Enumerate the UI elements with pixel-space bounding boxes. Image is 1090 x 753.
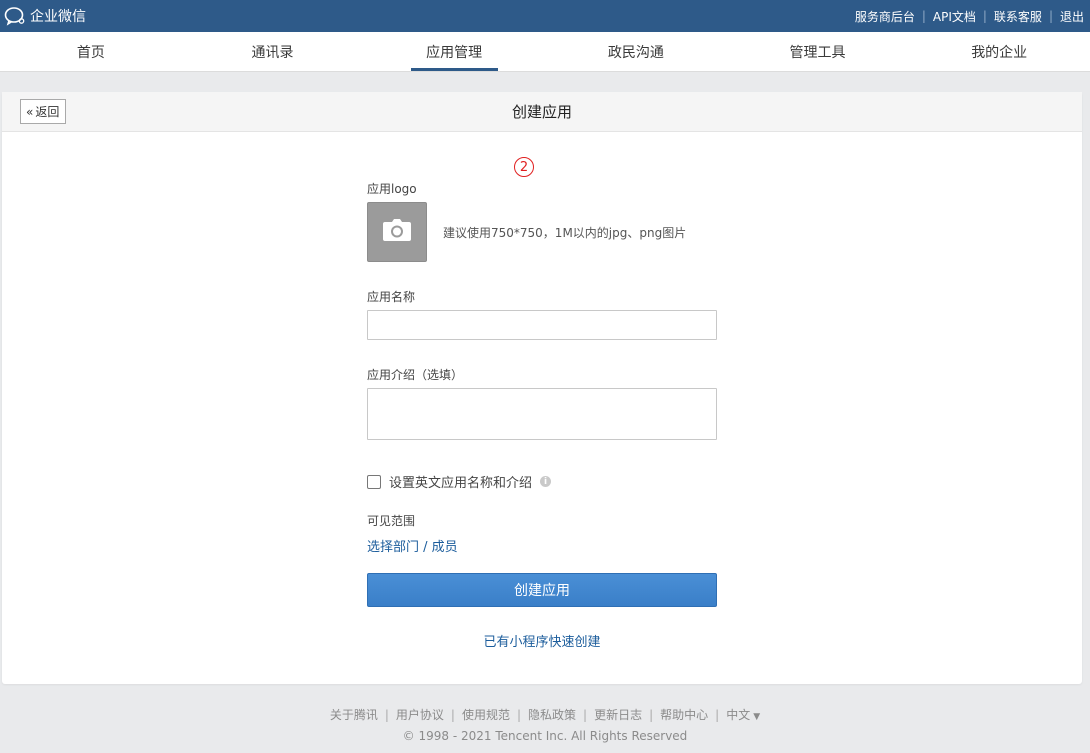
copyright: © 1998 - 2021 Tencent Inc. All Rights Re… <box>402 729 688 743</box>
tab-my-enterprise[interactable]: 我的企业 <box>908 32 1090 71</box>
divider: | <box>1048 9 1053 23</box>
camera-icon <box>382 218 412 246</box>
caret-down-icon: ▼ <box>753 712 761 722</box>
logo-label: 应用logo <box>367 182 417 196</box>
quick-create-link[interactable]: 已有小程序快速创建 <box>367 631 717 650</box>
app-intro-textarea[interactable] <box>367 388 717 440</box>
step-marker: 2 <box>514 157 534 177</box>
select-scope-link[interactable]: 选择部门 / 成员 <box>367 536 458 555</box>
tab-home[interactable]: 首页 <box>0 32 182 71</box>
footer-link-terms[interactable]: 用户协议 <box>396 706 444 723</box>
language-selector[interactable]: 中文 ▼ <box>726 706 760 723</box>
footer-link-rules[interactable]: 使用规范 <box>462 706 510 723</box>
english-name-option: 设置英文应用名称和介绍 i <box>367 472 552 491</box>
panel-header: « 返回 创建应用 <box>2 92 1082 132</box>
page-title: 创建应用 <box>511 103 572 121</box>
logo-hint: 建议使用750*750，1M以内的jpg、png图片 <box>443 226 687 240</box>
main-nav: 首页 通讯录 应用管理 政民沟通 管理工具 我的企业 <box>0 32 1090 72</box>
footer-links: 关于腾讯 | 用户协议 | 使用规范 | 隐私政策 | 更新日志 | 帮助中心 … <box>0 706 1090 723</box>
divider: | <box>649 707 654 722</box>
name-label: 应用名称 <box>367 290 416 304</box>
english-name-checkbox[interactable] <box>367 474 381 489</box>
step-number: 2 <box>519 159 529 175</box>
divider: | <box>384 707 389 722</box>
api-docs-link[interactable]: API文档 <box>933 8 976 25</box>
brand[interactable]: 企业微信 <box>4 6 86 26</box>
back-label: 返回 <box>35 105 60 119</box>
language-label: 中文 <box>726 708 751 722</box>
divider: | <box>583 707 588 722</box>
tab-gov-communication[interactable]: 政民沟通 <box>545 32 727 71</box>
footer-link-privacy[interactable]: 隐私政策 <box>528 706 576 723</box>
info-icon[interactable]: i <box>540 476 552 487</box>
intro-label: 应用介绍（选填） <box>367 368 464 382</box>
tab-app-management[interactable]: 应用管理 <box>363 32 545 71</box>
english-name-label[interactable]: 设置英文应用名称和介绍 <box>389 472 532 491</box>
top-bar: 企业微信 服务商后台 | API文档 | 联系客服 | 退出 <box>0 0 1090 32</box>
scope-label: 可见范围 <box>367 514 416 528</box>
footer-link-changelog[interactable]: 更新日志 <box>594 706 642 723</box>
contact-support-link[interactable]: 联系客服 <box>994 8 1042 25</box>
double-chevron-left-icon: « <box>26 104 34 119</box>
create-app-panel: « 返回 创建应用 2 应用logo 建议使用750*750，1M以内的jpg、… <box>2 92 1082 684</box>
divider: | <box>715 707 720 722</box>
wecom-logo-icon <box>4 6 26 26</box>
footer: 关于腾讯 | 用户协议 | 使用规范 | 隐私政策 | 更新日志 | 帮助中心 … <box>0 706 1090 744</box>
app-name-input[interactable] <box>367 310 717 340</box>
tab-management-tools[interactable]: 管理工具 <box>727 32 909 71</box>
footer-link-help[interactable]: 帮助中心 <box>660 706 708 723</box>
top-links: 服务商后台 | API文档 | 联系客服 | 退出 <box>855 8 1084 25</box>
back-button[interactable]: « 返回 <box>20 99 67 124</box>
logo-upload[interactable] <box>367 202 427 262</box>
divider: | <box>450 707 455 722</box>
divider: | <box>516 707 522 722</box>
divider: | <box>982 9 987 23</box>
logout-link[interactable]: 退出 <box>1060 8 1084 25</box>
provider-console-link[interactable]: 服务商后台 <box>855 8 915 25</box>
footer-link-about[interactable]: 关于腾讯 <box>330 706 378 723</box>
tab-contacts[interactable]: 通讯录 <box>182 32 364 71</box>
create-app-button[interactable]: 创建应用 <box>367 573 717 607</box>
brand-name: 企业微信 <box>30 9 86 25</box>
divider: | <box>921 9 926 23</box>
